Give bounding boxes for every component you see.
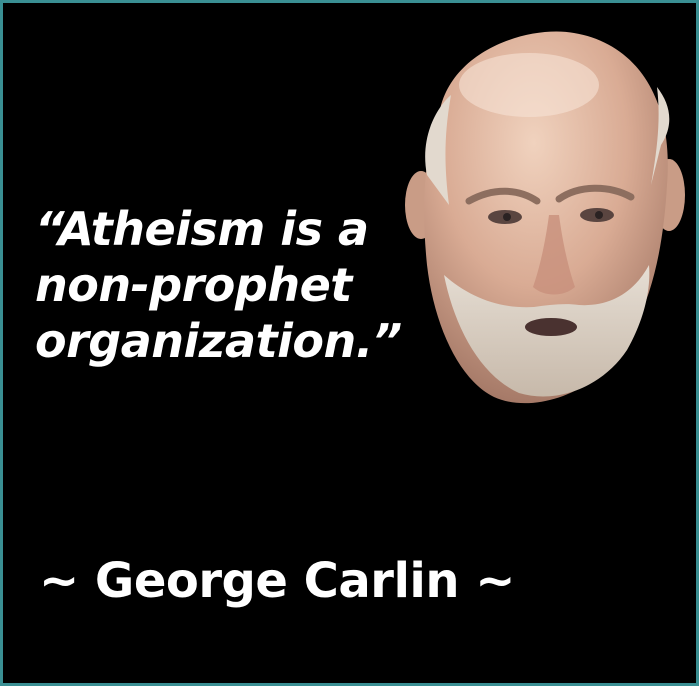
quote-line: organization.”: [35, 314, 402, 368]
quote-text: “Atheism is a non-prophet organization.”: [35, 201, 402, 369]
quote-line: non-prophet: [35, 258, 352, 312]
quote-card: “Atheism is a non-prophet organization.”…: [0, 0, 699, 686]
quote-line: “Atheism is a: [35, 202, 369, 256]
portrait-icon: [405, 31, 685, 404]
quote-attribution: ~ George Carlin ~: [39, 553, 515, 609]
